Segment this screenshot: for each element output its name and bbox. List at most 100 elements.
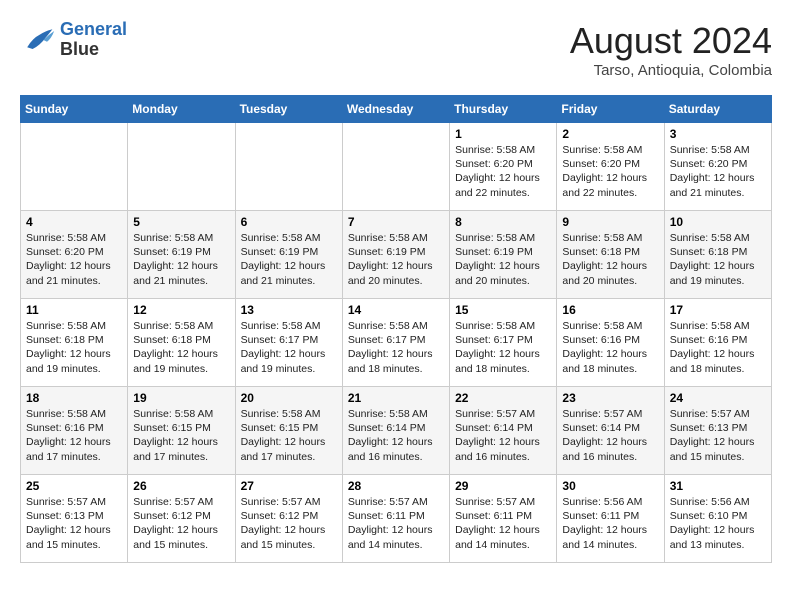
calendar-cell: 15 Sunrise: 5:58 AM Sunset: 6:17 PM Dayli… [450,299,557,387]
calendar-cell: 8Sunrise: 5:58 AM Sunset: 6:19 PM Daylig… [450,211,557,299]
logo: General Blue [20,20,127,60]
calendar-cell: 6 Sunrise: 5:58 AM Sunset: 6:19 PM Daylig… [235,211,342,299]
day-number: 21 [348,391,444,405]
day-number: 11 [26,303,122,317]
calendar-cell: 29 Sunrise: 5:57 AM Sunset: 6:11 PM Dayli… [450,475,557,563]
day-number: 9 [562,215,658,229]
calendar-cell: 31 Sunrise: 5:56 AM Sunset: 6:10 PM Dayli… [664,475,771,563]
day-content: Sunrise: 5:58 AM Sunset: 6:15 PM Dayligh… [241,407,337,464]
weekday-header-friday: Friday [557,96,664,123]
calendar-cell: 12Sunrise: 5:58 AM Sunset: 6:18 PM Dayli… [128,299,235,387]
day-number: 2 [562,127,658,141]
day-number: 13 [241,303,337,317]
day-number: 3 [670,127,766,141]
day-number: 22 [455,391,551,405]
day-content: Sunrise: 5:58 AM Sunset: 6:18 PM Dayligh… [670,231,766,288]
day-content: Sunrise: 5:58 AM Sunset: 6:19 PM Dayligh… [348,231,444,288]
day-number: 12 [133,303,229,317]
calendar-cell: 21Sunrise: 5:58 AM Sunset: 6:14 PM Dayli… [342,387,449,475]
day-content: Sunrise: 5:58 AM Sunset: 6:19 PM Dayligh… [241,231,337,288]
day-content: Sunrise: 5:58 AM Sunset: 6:20 PM Dayligh… [26,231,122,288]
calendar-week-row-3: 11 Sunrise: 5:58 AM Sunset: 6:18 PM Dayli… [21,299,772,387]
day-number: 23 [562,391,658,405]
day-content: Sunrise: 5:58 AM Sunset: 6:20 PM Dayligh… [455,143,551,200]
calendar-cell: 5 Sunrise: 5:58 AM Sunset: 6:19 PM Daylig… [128,211,235,299]
weekday-header-tuesday: Tuesday [235,96,342,123]
calendar-cell: 26 Sunrise: 5:57 AM Sunset: 6:12 PM Dayli… [128,475,235,563]
day-number: 17 [670,303,766,317]
day-number: 15 [455,303,551,317]
day-number: 27 [241,479,337,493]
day-content: Sunrise: 5:58 AM Sunset: 6:20 PM Dayligh… [562,143,658,200]
day-number: 20 [241,391,337,405]
day-content: Sunrise: 5:57 AM Sunset: 6:13 PM Dayligh… [670,407,766,464]
day-content: Sunrise: 5:57 AM Sunset: 6:11 PM Dayligh… [455,495,551,552]
day-content: Sunrise: 5:57 AM Sunset: 6:14 PM Dayligh… [562,407,658,464]
location-subtitle: Tarso, Antioquia, Colombia [570,62,772,79]
title-block: August 2024 Tarso, Antioquia, Colombia [570,20,772,79]
day-number: 29 [455,479,551,493]
day-content: Sunrise: 5:56 AM Sunset: 6:10 PM Dayligh… [670,495,766,552]
weekday-header-monday: Monday [128,96,235,123]
calendar-cell: 11 Sunrise: 5:58 AM Sunset: 6:18 PM Dayli… [21,299,128,387]
day-number: 28 [348,479,444,493]
weekday-header-saturday: Saturday [664,96,771,123]
weekday-header-sunday: Sunday [21,96,128,123]
day-content: Sunrise: 5:58 AM Sunset: 6:18 PM Dayligh… [26,319,122,376]
page-header: General Blue August 2024 Tarso, Antioqui… [20,20,772,79]
day-content: Sunrise: 5:58 AM Sunset: 6:17 PM Dayligh… [348,319,444,376]
day-content: Sunrise: 5:58 AM Sunset: 6:16 PM Dayligh… [562,319,658,376]
day-content: Sunrise: 5:57 AM Sunset: 6:13 PM Dayligh… [26,495,122,552]
day-content: Sunrise: 5:57 AM Sunset: 6:14 PM Dayligh… [455,407,551,464]
calendar-cell [128,123,235,211]
calendar-cell: 19Sunrise: 5:58 AM Sunset: 6:15 PM Dayli… [128,387,235,475]
calendar-cell: 1Sunrise: 5:58 AM Sunset: 6:20 PM Daylig… [450,123,557,211]
day-content: Sunrise: 5:57 AM Sunset: 6:12 PM Dayligh… [241,495,337,552]
day-number: 31 [670,479,766,493]
calendar-cell [342,123,449,211]
calendar-cell: 2 Sunrise: 5:58 AM Sunset: 6:20 PM Daylig… [557,123,664,211]
calendar-cell: 24Sunrise: 5:57 AM Sunset: 6:13 PM Dayli… [664,387,771,475]
day-content: Sunrise: 5:57 AM Sunset: 6:12 PM Dayligh… [133,495,229,552]
day-number: 6 [241,215,337,229]
calendar-week-row-5: 25 Sunrise: 5:57 AM Sunset: 6:13 PM Dayli… [21,475,772,563]
calendar-cell: 9Sunrise: 5:58 AM Sunset: 6:18 PM Daylig… [557,211,664,299]
calendar-cell: 27 Sunrise: 5:57 AM Sunset: 6:12 PM Dayli… [235,475,342,563]
day-number: 5 [133,215,229,229]
weekday-header-row: SundayMondayTuesdayWednesdayThursdayFrid… [21,96,772,123]
calendar-cell: 22 Sunrise: 5:57 AM Sunset: 6:14 PM Dayli… [450,387,557,475]
calendar-cell: 7 Sunrise: 5:58 AM Sunset: 6:19 PM Daylig… [342,211,449,299]
day-content: Sunrise: 5:58 AM Sunset: 6:19 PM Dayligh… [133,231,229,288]
weekday-header-wednesday: Wednesday [342,96,449,123]
day-content: Sunrise: 5:58 AM Sunset: 6:16 PM Dayligh… [26,407,122,464]
day-number: 4 [26,215,122,229]
day-number: 8 [455,215,551,229]
logo-icon [20,22,56,58]
calendar-week-row-1: 1Sunrise: 5:58 AM Sunset: 6:20 PM Daylig… [21,123,772,211]
day-content: Sunrise: 5:58 AM Sunset: 6:17 PM Dayligh… [455,319,551,376]
day-number: 25 [26,479,122,493]
calendar-cell: 17 Sunrise: 5:58 AM Sunset: 6:16 PM Dayli… [664,299,771,387]
day-content: Sunrise: 5:58 AM Sunset: 6:17 PM Dayligh… [241,319,337,376]
day-number: 26 [133,479,229,493]
calendar-cell [235,123,342,211]
calendar-cell [21,123,128,211]
day-number: 7 [348,215,444,229]
day-number: 14 [348,303,444,317]
day-content: Sunrise: 5:58 AM Sunset: 6:20 PM Dayligh… [670,143,766,200]
calendar-cell: 18 Sunrise: 5:58 AM Sunset: 6:16 PM Dayli… [21,387,128,475]
calendar-week-row-2: 4 Sunrise: 5:58 AM Sunset: 6:20 PM Daylig… [21,211,772,299]
day-content: Sunrise: 5:57 AM Sunset: 6:11 PM Dayligh… [348,495,444,552]
day-number: 18 [26,391,122,405]
day-content: Sunrise: 5:58 AM Sunset: 6:15 PM Dayligh… [133,407,229,464]
day-number: 10 [670,215,766,229]
calendar-table: SundayMondayTuesdayWednesdayThursdayFrid… [20,95,772,563]
calendar-cell: 28 Sunrise: 5:57 AM Sunset: 6:11 PM Dayli… [342,475,449,563]
day-content: Sunrise: 5:58 AM Sunset: 6:16 PM Dayligh… [670,319,766,376]
calendar-cell: 3 Sunrise: 5:58 AM Sunset: 6:20 PM Daylig… [664,123,771,211]
calendar-cell: 30Sunrise: 5:56 AM Sunset: 6:11 PM Dayli… [557,475,664,563]
logo-text: General Blue [60,20,127,60]
calendar-cell: 10 Sunrise: 5:58 AM Sunset: 6:18 PM Dayli… [664,211,771,299]
calendar-week-row-4: 18 Sunrise: 5:58 AM Sunset: 6:16 PM Dayli… [21,387,772,475]
day-number: 30 [562,479,658,493]
